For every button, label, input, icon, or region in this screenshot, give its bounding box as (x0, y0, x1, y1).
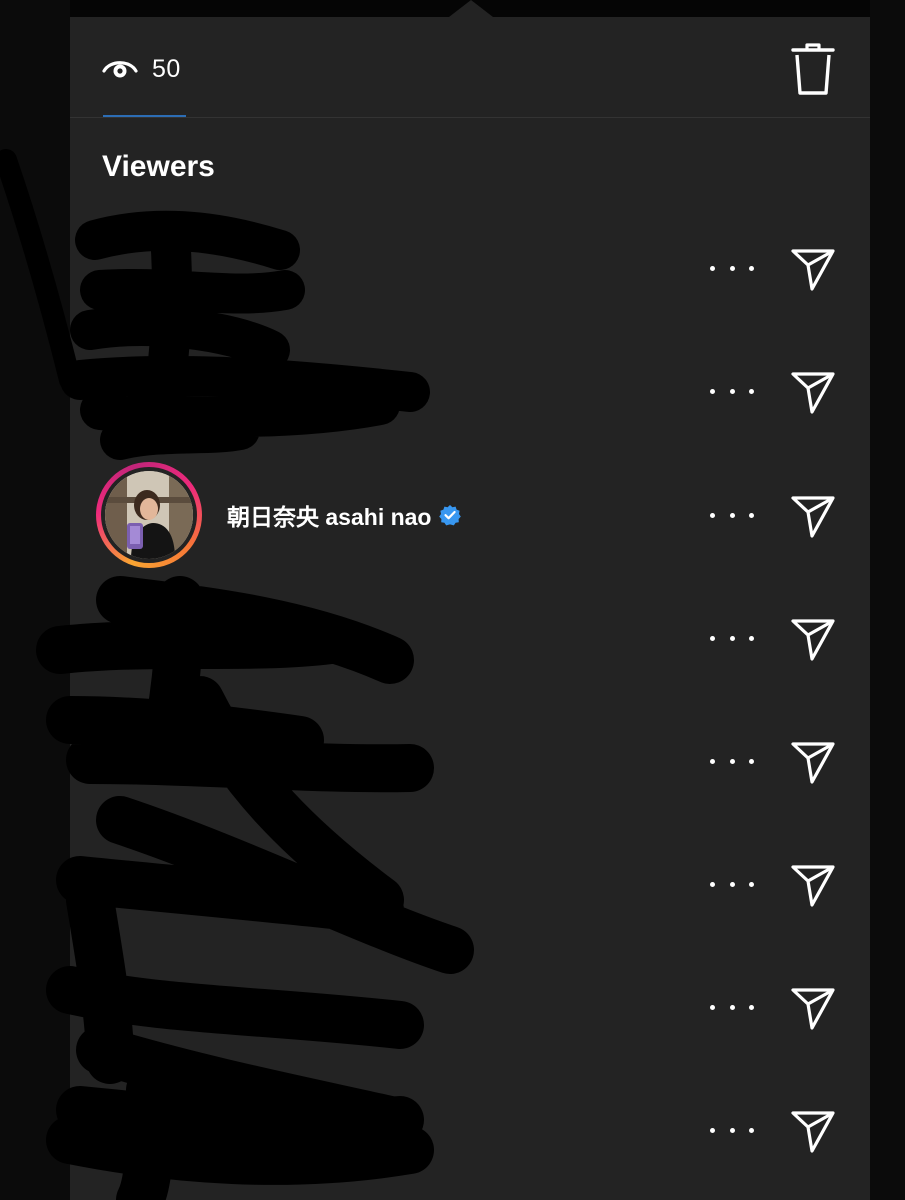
viewer-row[interactable] (70, 708, 870, 818)
eye-icon (102, 61, 138, 78)
viewer-row[interactable] (70, 954, 870, 1064)
viewers-sheet: 50 Viewers 朝日奈央 asahi nao (70, 17, 870, 1200)
more-options-icon[interactable] (710, 253, 754, 283)
more-options-icon[interactable] (710, 623, 754, 653)
viewers-title: Viewers (102, 150, 215, 183)
send-icon[interactable] (788, 1105, 838, 1155)
viewer-row[interactable] (70, 215, 870, 325)
avatar[interactable] (96, 462, 202, 568)
send-icon[interactable] (788, 613, 838, 663)
view-count: 50 (152, 54, 181, 83)
viewer-row[interactable] (70, 585, 870, 695)
more-options-icon[interactable] (710, 992, 754, 1022)
send-icon[interactable] (788, 859, 838, 909)
popover-notch (449, 0, 493, 17)
more-options-icon[interactable] (710, 746, 754, 776)
avatar-photo (105, 471, 193, 559)
send-icon[interactable] (788, 982, 838, 1032)
send-icon[interactable] (788, 366, 838, 416)
viewer-row[interactable] (70, 831, 870, 941)
view-count-tab[interactable]: 50 (102, 51, 181, 87)
sheet-header: 50 (70, 17, 870, 118)
viewer-row[interactable]: 朝日奈央 asahi nao (70, 462, 870, 572)
more-options-icon[interactable] (710, 376, 754, 406)
verified-badge-icon (439, 505, 462, 526)
viewer-username[interactable]: 朝日奈央 asahi nao (227, 498, 462, 532)
send-icon[interactable] (788, 243, 838, 293)
viewer-row[interactable] (70, 1077, 870, 1187)
active-tab-indicator (103, 115, 186, 117)
more-options-icon[interactable] (710, 500, 754, 530)
more-options-icon[interactable] (710, 869, 754, 899)
send-icon[interactable] (788, 490, 838, 540)
viewer-row[interactable] (70, 338, 870, 448)
trash-icon[interactable] (788, 41, 838, 97)
more-options-icon[interactable] (710, 1115, 754, 1145)
username-text: 朝日奈央 asahi nao (227, 504, 432, 530)
send-icon[interactable] (788, 736, 838, 786)
